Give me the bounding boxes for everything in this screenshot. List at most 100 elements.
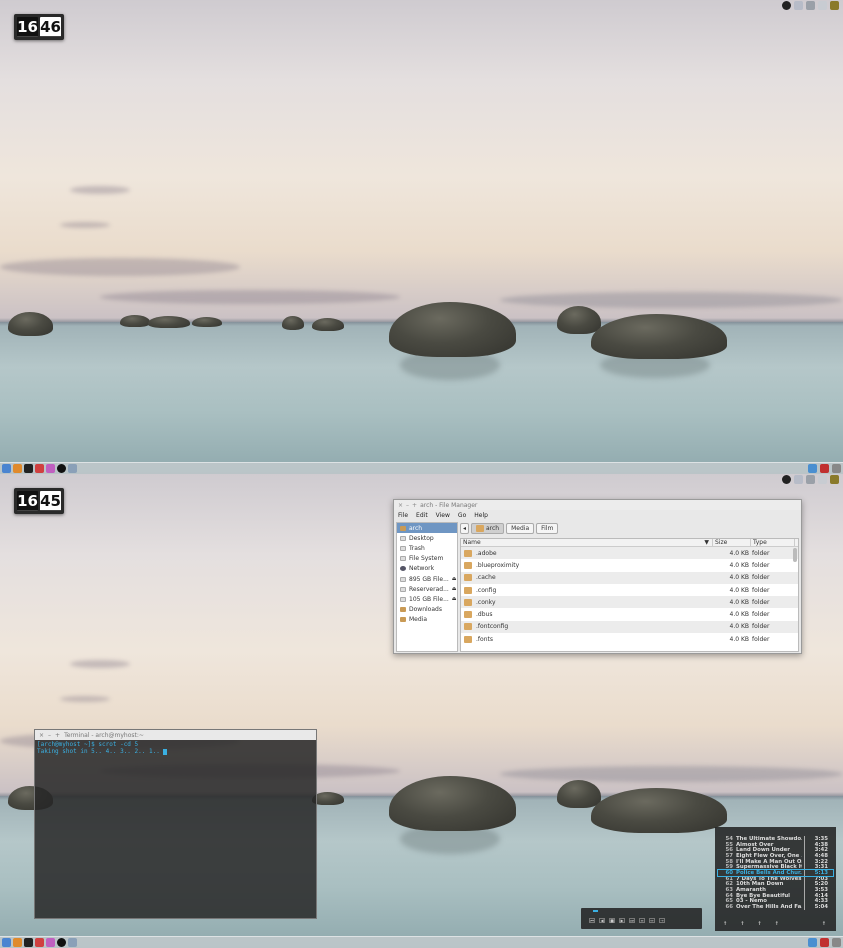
clock-minutes: 45 xyxy=(40,491,61,511)
minimize-icon[interactable]: – xyxy=(48,732,51,739)
eject-icon[interactable]: ⏏ xyxy=(452,596,457,602)
volume-icon[interactable] xyxy=(818,1,827,10)
home-folder-icon xyxy=(400,525,406,531)
monitor-icon[interactable] xyxy=(808,464,817,473)
path-button-arch[interactable]: arch xyxy=(471,523,505,534)
column-type[interactable]: Type xyxy=(751,539,795,546)
skype-icon[interactable] xyxy=(46,464,55,473)
column-name[interactable]: Name ▼ xyxy=(461,539,713,546)
window-titlebar[interactable]: × – + arch - File Manager xyxy=(394,500,801,510)
power-icon[interactable] xyxy=(830,475,839,484)
menu-file[interactable]: File xyxy=(398,512,408,519)
playlist-control[interactable]: ↑ xyxy=(723,921,727,927)
terminal-icon[interactable] xyxy=(24,938,33,947)
chrome-icon[interactable] xyxy=(35,464,44,473)
playlist-control[interactable]: ↑ xyxy=(775,921,779,927)
file-row[interactable]: .conky 4.0 KB folder xyxy=(461,596,798,609)
eject-icon[interactable]: ⏏ xyxy=(452,576,457,582)
sidebar-item-drive-105[interactable]: 105 GB File... ⏏ xyxy=(397,594,457,604)
network-icon[interactable] xyxy=(806,475,815,484)
file-row[interactable]: .cache 4.0 KB folder xyxy=(461,571,798,584)
firefox-icon[interactable] xyxy=(13,938,22,947)
sidebar-item-media[interactable]: Media xyxy=(397,615,457,625)
sort-arrow-icon: ▼ xyxy=(704,539,709,546)
next-button[interactable]: ⏭ xyxy=(629,918,635,923)
file-row[interactable]: .fontconfig 4.0 KB folder xyxy=(461,620,798,634)
gmail-icon[interactable] xyxy=(820,938,829,947)
minimize-icon[interactable]: – xyxy=(406,502,409,509)
file-view: ◂ arch Media Film Name ▼ Size Type .adobe… xyxy=(460,522,799,652)
steam-icon[interactable] xyxy=(782,1,791,10)
menu-edit[interactable]: Edit xyxy=(416,512,428,519)
playlist-control[interactable]: ↑ xyxy=(740,921,744,927)
folder-icon xyxy=(464,623,472,631)
file-row[interactable]: .blueproximity 4.0 KB folder xyxy=(461,559,798,571)
monitor-icon[interactable] xyxy=(808,938,817,947)
pin-icon[interactable]: + xyxy=(55,732,60,739)
file-row[interactable]: .config 4.0 KB folder xyxy=(461,584,798,596)
sidebar-item-network[interactable]: Network xyxy=(397,564,457,574)
steam-icon[interactable] xyxy=(57,464,66,473)
power-icon[interactable] xyxy=(830,1,839,10)
column-size[interactable]: Size xyxy=(713,539,751,546)
file-row[interactable]: .adobe 4.0 KB folder xyxy=(461,547,798,560)
steam-icon[interactable] xyxy=(782,475,791,484)
calendar-icon[interactable] xyxy=(832,464,841,473)
playlist-button[interactable]: ≡ xyxy=(639,918,645,923)
bluetooth-icon[interactable] xyxy=(794,1,803,10)
rock xyxy=(192,317,222,327)
close-icon[interactable]: × xyxy=(39,732,44,739)
path-back-button[interactable]: ◂ xyxy=(460,523,469,534)
network-icon[interactable] xyxy=(806,1,815,10)
sidebar-item-trash[interactable]: Trash xyxy=(397,543,457,553)
path-button-film[interactable]: Film xyxy=(536,523,559,534)
repeat-button[interactable]: → xyxy=(659,918,665,923)
path-button-media[interactable]: Media xyxy=(506,523,535,534)
close-icon[interactable]: × xyxy=(398,502,403,509)
clock-minutes: 46 xyxy=(40,17,61,37)
sidebar-item-drive-895[interactable]: 895 GB File... ⏏ xyxy=(397,574,457,584)
menu-go[interactable]: Go xyxy=(458,512,466,519)
sidebar-item-downloads[interactable]: Downloads xyxy=(397,605,457,615)
gmail-icon[interactable] xyxy=(820,464,829,473)
finder-icon[interactable] xyxy=(2,938,11,947)
file-rows: .adobe 4.0 KB folder .blueproximity 4.0 KB f… xyxy=(461,547,798,645)
previous-button[interactable]: ⏮ xyxy=(589,918,595,923)
bluetooth-icon[interactable] xyxy=(794,475,803,484)
playlist-track[interactable]: 66 Over The Hills And Fa... 5:04 xyxy=(718,904,833,910)
sidebar-item-filesystem[interactable]: File System xyxy=(397,554,457,564)
rewind-button[interactable]: ◀ xyxy=(599,918,605,923)
stop-button[interactable]: ■ xyxy=(609,918,615,923)
play-button[interactable]: ▶ xyxy=(619,918,625,923)
skype-icon[interactable] xyxy=(46,938,55,947)
bottom-panel xyxy=(0,936,843,948)
chrome-icon[interactable] xyxy=(35,938,44,947)
screenshot-icon[interactable] xyxy=(68,464,77,473)
scrollbar[interactable] xyxy=(793,548,797,562)
screenshot-icon[interactable] xyxy=(68,938,77,947)
playlist-control[interactable]: ↑ xyxy=(822,921,826,927)
terminal-output[interactable]: [arch@myhost ~]$ scrot -cd 5 Taking shot… xyxy=(35,740,316,756)
sidebar-item-desktop[interactable]: Desktop xyxy=(397,533,457,543)
shuffle-button[interactable]: ↔ xyxy=(649,918,655,923)
progress-bar[interactable] xyxy=(593,910,598,912)
finder-icon[interactable] xyxy=(2,464,11,473)
file-list: Name ▼ Size Type .adobe 4.0 KB folder .blue… xyxy=(460,538,799,652)
file-row[interactable]: .dbus 4.0 KB folder xyxy=(461,608,798,620)
steam-icon[interactable] xyxy=(57,938,66,947)
window-titlebar[interactable]: × – + Terminal - arch@myhost:~ xyxy=(35,730,316,740)
calendar-icon[interactable] xyxy=(832,938,841,947)
menu-help[interactable]: Help xyxy=(474,512,488,519)
sidebar-item-arch[interactable]: arch xyxy=(397,523,457,534)
menu-view[interactable]: View xyxy=(436,512,450,519)
firefox-icon[interactable] xyxy=(13,464,22,473)
eject-icon[interactable]: ⏏ xyxy=(452,586,457,592)
track-duration: 5:04 xyxy=(814,904,828,911)
terminal-icon[interactable] xyxy=(24,464,33,473)
pin-icon[interactable]: + xyxy=(412,502,417,509)
sidebar-item-reserved[interactable]: Reserverad... ⏏ xyxy=(397,584,457,594)
playlist-control[interactable]: ↑ xyxy=(757,921,761,927)
window-title: Terminal - arch@myhost:~ xyxy=(64,731,144,739)
volume-icon[interactable] xyxy=(818,475,827,484)
file-row[interactable]: .fonts 4.0 KB folder xyxy=(461,633,798,645)
